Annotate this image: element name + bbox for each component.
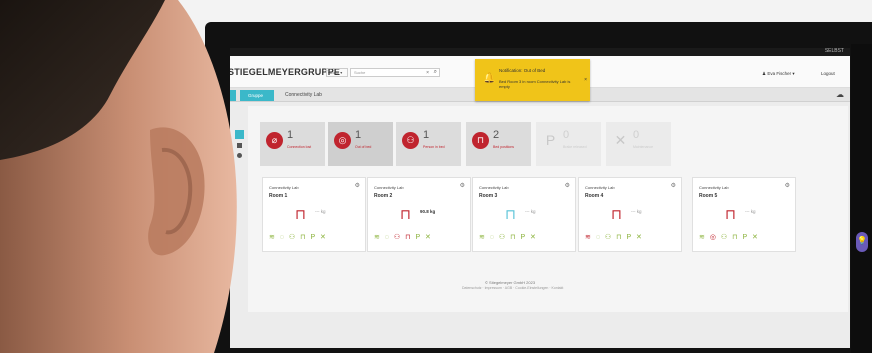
status-icons: ≋ ◌ ⚇ ⊓ P ✕: [269, 234, 328, 241]
stat-tile[interactable]: ⌀ 1 Connection lost: [260, 122, 325, 166]
bell-icon: 🔔: [483, 73, 496, 84]
room-weight: --- kg: [525, 209, 536, 214]
user-icon: ♟: [762, 71, 767, 76]
room-name: Room 5: [699, 193, 718, 199]
logout-link[interactable]: Logout: [821, 71, 835, 76]
photo-scene: 💡 SELBST STIEGELMEYERGRUPPE Group ▾ Such…: [0, 0, 872, 353]
stat-label: Out of bed: [355, 145, 372, 149]
room-weight: --- kg: [745, 209, 756, 214]
stat-count: 1: [287, 129, 294, 141]
os-top-strip: SELBST: [230, 48, 850, 56]
stat-label: Person in bed: [423, 145, 445, 149]
search-icon[interactable]: ⌕: [434, 69, 437, 76]
target-icon: ◎: [334, 132, 351, 149]
cloud-icon[interactable]: ☁: [836, 90, 844, 99]
room-location: Connectivity Lab: [585, 185, 615, 190]
bed-icon: ⊓: [400, 206, 411, 222]
clear-icon[interactable]: ×: [426, 70, 429, 76]
stat-label: Bed positions: [493, 145, 515, 149]
room-location: Connectivity Lab: [479, 185, 509, 190]
room-location: Connectivity Lab: [269, 185, 299, 190]
search-placeholder: Suche: [354, 70, 366, 75]
room-location: Connectivity Lab: [699, 185, 729, 190]
stat-label: Brake released: [563, 145, 587, 149]
search-input[interactable]: Suche × ⌕: [350, 68, 440, 77]
stat-label: Maintenance: [633, 145, 654, 149]
stat-count: 0: [563, 129, 570, 141]
close-icon[interactable]: ×: [584, 77, 587, 83]
gear-icon[interactable]: ⚙: [355, 182, 360, 189]
gear-icon[interactable]: ⚙: [785, 182, 790, 189]
monitor-side: [851, 44, 872, 353]
gear-icon[interactable]: ⚙: [565, 182, 570, 189]
room-name: Room 4: [585, 193, 604, 199]
status-icons: ≋ ◌ ⚇ ⊓ P ✕: [479, 234, 538, 241]
room-name: Room 1: [269, 193, 288, 199]
room-weight: --- kg: [315, 209, 326, 214]
stat-tile[interactable]: ⚇ 1 Person in bed: [396, 122, 461, 166]
breadcrumb[interactable]: Connectivity Lab: [285, 92, 322, 98]
stat-count: 1: [355, 129, 362, 141]
stat-count: 2: [493, 129, 500, 141]
group-select[interactable]: Group ▾: [326, 68, 348, 77]
room-name: Room 3: [479, 193, 498, 199]
stat-tile[interactable]: ⊓ 2 Bed positions: [466, 122, 531, 166]
bed-icon: ⊓: [725, 206, 736, 222]
tools-icon: ✕: [614, 132, 627, 148]
person-icon: ⚇: [402, 132, 419, 149]
stat-tile[interactable]: ✕ 0 Maintenance: [606, 122, 671, 166]
status-icons: ≋ ◎ ⚇ ⊓ P ✕: [699, 234, 760, 241]
room-card[interactable]: Connectivity Lab Room 3 ⚙ ⊓ --- kg ≋ ◌ ⚇…: [472, 177, 576, 252]
app-screen: SELBST STIEGELMEYERGRUPPE Group ▾ Suche …: [230, 48, 850, 348]
stat-tile[interactable]: ◎ 1 Out of bed: [328, 122, 393, 166]
stat-count: 0: [633, 129, 640, 141]
status-icons: ≋ ◌ ⚇ ⊓ P ✕: [374, 234, 433, 241]
top-right-label: SELBST: [824, 48, 844, 54]
room-card[interactable]: Connectivity Lab Room 1 ⚙ ⊓ --- kg ≋ ◌ ⚇…: [262, 177, 366, 252]
tab-gruppe[interactable]: Gruppe: [240, 90, 274, 101]
notification-message: Bed Room 3 in room Connectivity Lab is e…: [499, 79, 571, 89]
status-icons: ≋ ◌ ⚇ ⊓ P ✕: [585, 234, 644, 241]
room-card[interactable]: Connectivity Lab Room 4 ⚙ ⊓ --- kg ≋ ◌ ⚇…: [578, 177, 682, 252]
notification-title: Notification: Out of Bed: [499, 68, 546, 73]
bed-icon: ⊓: [472, 132, 489, 149]
parking-icon: P: [545, 132, 556, 148]
stat-tile[interactable]: P 0 Brake released: [536, 122, 601, 166]
bed-icon: ⊓: [295, 206, 306, 222]
room-name: Room 2: [374, 193, 393, 199]
person-head: [0, 0, 237, 353]
room-weight: --- kg: [631, 209, 642, 214]
room-card[interactable]: Connectivity Lab Room 5 ⚙ ⊓ --- kg ≋ ◎ ⚇…: [692, 177, 796, 252]
bed-icon: ⊓: [611, 206, 622, 222]
notification-toast[interactable]: 🔔 Notification: Out of Bed Bed Room 3 in…: [475, 59, 590, 101]
room-location: Connectivity Lab: [374, 185, 404, 190]
room-card[interactable]: Connectivity Lab Room 2 ⚙ ⊓ 90.8 kg ≋ ◌ …: [367, 177, 471, 252]
gear-icon[interactable]: ⚙: [460, 182, 465, 189]
user-menu[interactable]: ♟ Eva Fischer ▾: [762, 71, 795, 77]
gear-icon[interactable]: ⚙: [671, 182, 676, 189]
brand-logo: STIEGELMEYERGRUPPE: [230, 67, 341, 77]
footer-links[interactable]: Datenschutz · Impressum · AGB · Cookie-E…: [462, 286, 563, 290]
user-name: Eva Fischer ▾: [767, 71, 795, 76]
stat-count: 1: [423, 129, 430, 141]
footer-copyright: © Stiegelmeyer GmbH 2023: [485, 280, 536, 285]
room-weight: 90.8 kg: [420, 209, 436, 214]
bed-icon: ⊓: [505, 206, 516, 222]
wifi-off-icon: ⌀: [266, 132, 283, 149]
lightbulb-icon[interactable]: 💡: [856, 232, 868, 252]
stat-label: Connection lost: [287, 145, 312, 149]
